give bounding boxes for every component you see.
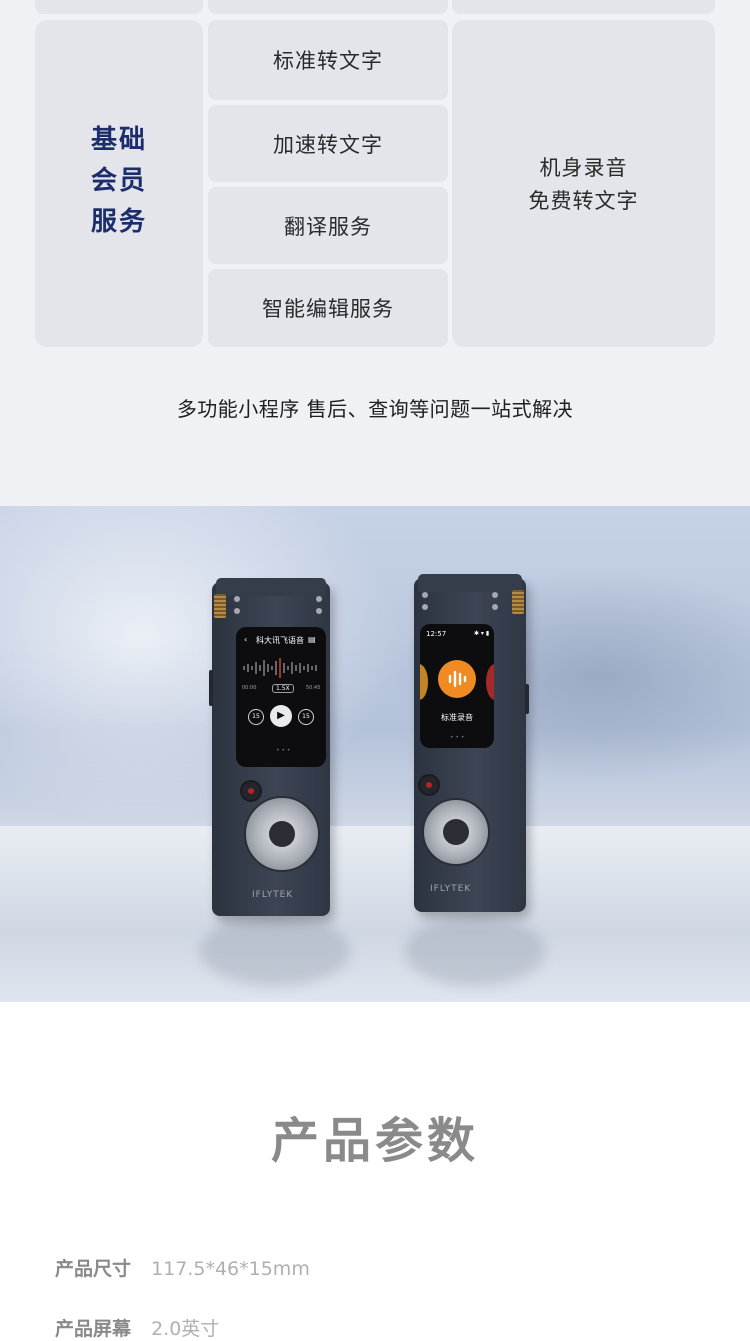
wheel-center-button <box>269 821 295 847</box>
device-screen: ‹ 科大讯飞语音 ▤ 00:00 1.5X 50:45 15 ▶ 15 • • … <box>236 627 326 767</box>
back-icon: ‹ <box>244 635 248 644</box>
service-cell-smart-edit: 智能编辑服务 <box>208 269 448 347</box>
clock: 12:57 <box>426 630 447 638</box>
spec-label: 产品屏幕 <box>55 1318 132 1340</box>
service-label: 加速转文字 <box>273 132 383 157</box>
membership-section: 基础 会员 服务 标准转文字 加速转文字 翻译服务 智能编辑服务 机身录音 免费… <box>0 0 750 506</box>
spec-row-screen: 产品屏幕 2.0英寸 <box>55 1314 219 1341</box>
device-top-cap <box>216 578 326 596</box>
microphone-grille <box>512 590 524 614</box>
skip-back-icon: 15 <box>248 709 264 725</box>
free-transcription-text: 机身录音 免费转文字 <box>452 152 715 218</box>
mic-hole <box>316 608 322 614</box>
file-icon: ▤ <box>308 635 316 644</box>
table-surface <box>0 826 750 1002</box>
table-row-top-stub <box>35 0 203 14</box>
service-cell-standard: 标准转文字 <box>208 20 448 100</box>
speed-badge: 1.5X <box>272 684 294 693</box>
service-cell-translation: 翻译服务 <box>208 187 448 264</box>
mic-hole <box>234 596 240 602</box>
mic-hole <box>492 592 498 598</box>
sky-glow <box>0 506 400 826</box>
microphone-grille <box>214 594 226 618</box>
mic-hole <box>234 608 240 614</box>
skip-forward-icon: 15 <box>298 709 314 725</box>
device-reflection <box>200 916 350 986</box>
page-dots: • • • <box>450 734 465 741</box>
free-line: 机身录音 <box>539 156 628 180</box>
brand-logo: IFLYTEK <box>252 890 294 900</box>
product-photo: ‹ 科大讯飞语音 ▤ 00:00 1.5X 50:45 15 ▶ 15 • • … <box>0 506 750 1002</box>
mini-program-tagline: 多功能小程序 售后、查询等问题一站式解决 <box>176 397 574 421</box>
basic-title-line: 会员 <box>90 166 147 196</box>
basic-membership-title: 基础 会员 服务 <box>35 120 203 243</box>
record-button <box>240 780 262 802</box>
mode-prev-icon <box>420 664 428 700</box>
mic-hole <box>422 604 428 610</box>
basic-membership-cell: 基础 会员 服务 <box>35 20 203 347</box>
time-end: 50:45 <box>306 685 321 691</box>
service-label: 标准转文字 <box>273 49 383 73</box>
device-reflection <box>405 916 545 986</box>
mic-hole <box>492 604 498 610</box>
status-icons: ✱ ▾ ▮ <box>474 630 490 637</box>
free-transcription-cell: 机身录音 免费转文字 <box>452 20 715 347</box>
spec-value: 117.5*46*15mm <box>151 1258 310 1280</box>
service-label: 智能编辑服务 <box>262 297 394 321</box>
record-button <box>418 774 440 796</box>
table-row-top-stub <box>208 0 448 14</box>
recorder-device-right: 12:57 ✱ ▾ ▮ 标准录音 • • • IFLYTEK <box>414 574 529 912</box>
control-wheel <box>422 798 490 866</box>
mic-hole <box>422 592 428 598</box>
basic-title-line: 服务 <box>90 207 147 237</box>
waveform-icon <box>243 658 317 678</box>
mode-label: 标准录音 <box>441 713 473 722</box>
page-dots: • • • <box>276 747 291 754</box>
spec-row-size: 产品尺寸 117.5*46*15mm <box>55 1254 310 1281</box>
side-button <box>525 684 529 714</box>
spec-value: 2.0英寸 <box>151 1318 220 1340</box>
service-label: 翻译服务 <box>284 214 372 239</box>
params-title: 产品参数 <box>270 1113 479 1169</box>
brand-logo: IFLYTEK <box>430 884 472 894</box>
control-wheel <box>244 796 320 872</box>
spec-label: 产品尺寸 <box>55 1258 132 1280</box>
play-icon: ▶ <box>270 705 292 727</box>
record-mode-icon <box>438 660 476 698</box>
recorder-device-left: ‹ 科大讯飞语音 ▤ 00:00 1.5X 50:45 15 ▶ 15 • • … <box>209 578 330 916</box>
time-start: 00:00 <box>242 685 257 691</box>
basic-title-line: 基础 <box>90 125 147 155</box>
device-top-cap <box>418 574 522 592</box>
service-cell-accelerated: 加速转文字 <box>208 105 448 182</box>
mic-hole <box>316 596 322 602</box>
mode-next-icon <box>486 664 494 700</box>
screen-title: 科大讯飞语音 <box>256 636 304 645</box>
side-button <box>209 670 213 706</box>
device-screen: 12:57 ✱ ▾ ▮ 标准录音 • • • <box>420 624 494 748</box>
free-line: 免费转文字 <box>528 189 639 213</box>
table-row-top-stub <box>452 0 715 14</box>
wheel-center-button <box>443 819 469 845</box>
